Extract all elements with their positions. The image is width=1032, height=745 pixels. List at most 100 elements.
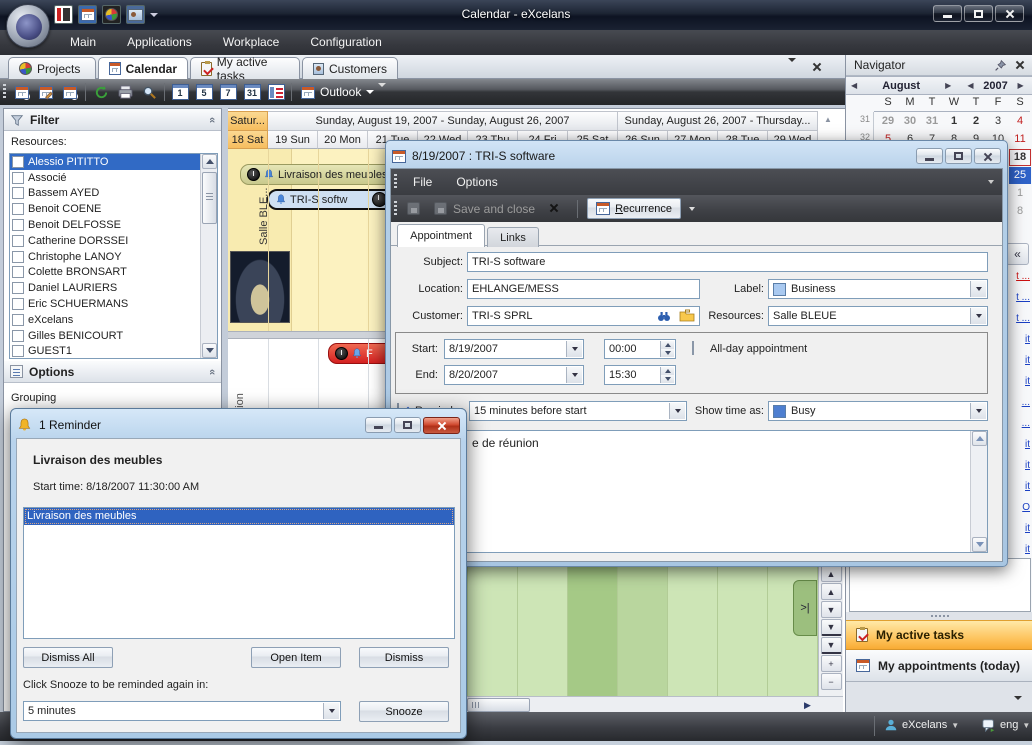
outlook-sync-button[interactable]: Outlook (295, 83, 380, 101)
resource-checkbox[interactable] (12, 156, 24, 168)
week-view-button[interactable]: 7 (216, 82, 240, 103)
month-view-button[interactable]: 31 (240, 82, 264, 103)
reminder-list-item[interactable]: Livraison des meubles (24, 508, 454, 525)
start-time-spinner[interactable]: 00:00 (604, 339, 676, 359)
resource-item[interactable]: Alessio PITITTO (10, 154, 200, 170)
calendar-day[interactable]: 1 (1009, 185, 1031, 202)
workweek-view-button[interactable]: 5 (192, 82, 216, 103)
toolbar-overflow-icon[interactable] (378, 87, 386, 99)
dropdown-button[interactable] (970, 308, 986, 324)
show-time-combobox[interactable]: Busy (768, 401, 988, 421)
sidebar-item-my-active-tasks[interactable]: My active tasks (846, 620, 1032, 650)
calendar-day[interactable]: 25 (1009, 167, 1031, 184)
dropdown-button[interactable] (970, 281, 986, 297)
toolbar-grip[interactable] (394, 201, 397, 217)
scroll-down-button[interactable]: ▼ (821, 601, 842, 618)
resource-checkbox[interactable] (12, 345, 24, 357)
sidebar-overflow-icon[interactable] (1014, 696, 1022, 700)
pin-icon[interactable] (994, 59, 1007, 72)
save-button[interactable] (407, 202, 420, 215)
resource-item[interactable]: GUEST1 (10, 344, 200, 359)
calendar-day[interactable]: 4 (1009, 113, 1031, 130)
scroll-page-down-button[interactable]: ▼ (821, 637, 842, 654)
subject-field[interactable]: TRI-S software (467, 252, 988, 272)
prev-year-icon[interactable]: ◀ (962, 81, 978, 90)
print-button[interactable] (113, 82, 137, 103)
delete-appointment-button[interactable] (58, 82, 82, 103)
scroll-down-button[interactable] (202, 343, 217, 358)
spin-buttons[interactable] (660, 341, 674, 357)
refresh-button[interactable] (89, 82, 113, 103)
calendar-day[interactable]: 11 (1009, 131, 1031, 148)
calendar-day[interactable]: 31 (921, 113, 943, 130)
spin-buttons[interactable] (660, 367, 674, 383)
group-header-week2[interactable]: Sunday, August 26, 2007 - Thursday... (618, 111, 818, 131)
resource-item[interactable]: Daniel LAURIERS (10, 280, 200, 296)
recurrence-button[interactable]: Recurrence (587, 198, 681, 219)
group-header-saturday[interactable]: Satur... (228, 111, 268, 131)
calendar-scroll-up-icon[interactable]: ▲ (824, 115, 832, 124)
label-combobox[interactable]: Business (768, 279, 988, 299)
resource-checkbox[interactable] (12, 282, 24, 294)
hscroll-thumb[interactable] (467, 698, 530, 712)
statusbar-language[interactable]: eng ▼ (982, 718, 1030, 732)
scroll-top-button[interactable]: ▲ (821, 565, 842, 582)
snooze-combobox[interactable]: 5 minutes (23, 701, 341, 721)
resource-item[interactable]: Gilles BENICOURT (10, 328, 200, 344)
dialog-minimize-button[interactable] (365, 417, 392, 433)
scroll-down-button[interactable] (972, 537, 987, 552)
location-field[interactable]: EHLANGE/MESS (467, 279, 700, 299)
dialog-maximize-button[interactable] (394, 417, 421, 433)
calendar-day[interactable]: 2 (965, 113, 987, 130)
resource-checkbox[interactable] (12, 251, 24, 263)
next-page-button[interactable]: >| (793, 580, 817, 636)
tab-calendar[interactable]: Calendar (98, 57, 188, 79)
next-year-icon[interactable]: ▶ (1012, 81, 1028, 90)
resource-item[interactable]: Catherine DORSSEI (10, 233, 200, 249)
day-view-button[interactable]: 1 (168, 82, 192, 103)
scroll-up-button[interactable] (202, 154, 217, 169)
end-time-spinner[interactable]: 15:30 (604, 365, 676, 385)
calendar-day[interactable]: 3 (987, 113, 1009, 130)
tab-list-dropdown-icon[interactable] (788, 62, 796, 74)
dropdown-button[interactable] (970, 403, 986, 419)
delete-button[interactable] (549, 203, 560, 214)
memo-textarea[interactable]: e de réunion (395, 430, 988, 553)
grouping-label[interactable]: Grouping (4, 387, 63, 404)
resources-combobox[interactable]: Salle BLEUE (768, 306, 988, 326)
scrollbar-thumb[interactable] (202, 172, 217, 224)
collapse-chevron-icon[interactable]: « (206, 116, 218, 122)
tab-appointment[interactable]: Appointment (397, 224, 485, 247)
minimize-button[interactable] (933, 5, 962, 22)
menu-main[interactable]: Main (56, 30, 110, 54)
day-header[interactable]: 18 Sat (228, 131, 268, 149)
options-header[interactable]: Options « (4, 361, 221, 383)
panel-splitter[interactable] (846, 612, 1032, 620)
resource-checkbox[interactable] (12, 187, 24, 199)
print-preview-button[interactable] (137, 82, 161, 103)
open-item-button[interactable]: Open Item (251, 647, 341, 668)
close-button[interactable] (995, 5, 1024, 22)
resource-item[interactable]: Benoit COENE (10, 201, 200, 217)
resource-checkbox[interactable] (12, 219, 24, 231)
menubar-grip[interactable] (394, 174, 397, 190)
tab-my-active-tasks[interactable]: My active tasks (190, 57, 300, 79)
maximize-button[interactable] (964, 5, 993, 22)
dropdown-button[interactable] (323, 703, 339, 719)
filter-header[interactable]: Filter « (4, 109, 221, 131)
resource-checkbox[interactable] (12, 235, 24, 247)
resource-item[interactable]: Associé (10, 170, 200, 186)
calendar-day[interactable]: 29 (877, 113, 899, 130)
dialog-menu-file[interactable]: File (401, 175, 444, 189)
menu-workplace[interactable]: Workplace (209, 30, 293, 54)
year-label[interactable]: 2007 (978, 80, 1012, 92)
zoom-out-button[interactable]: − (821, 673, 842, 690)
resource-checkbox[interactable] (12, 266, 24, 278)
resource-checkbox[interactable] (12, 298, 24, 310)
appointment-dialog-titlebar[interactable]: 8/19/2007 : TRI-S software (390, 144, 1003, 168)
calendar-day[interactable]: 30 (899, 113, 921, 130)
timeline-view-button[interactable] (264, 82, 288, 103)
snooze-button[interactable]: Snooze (359, 701, 449, 722)
dialog-menu-options[interactable]: Options (444, 175, 509, 189)
collapse-chevron-icon[interactable]: « (206, 368, 218, 374)
